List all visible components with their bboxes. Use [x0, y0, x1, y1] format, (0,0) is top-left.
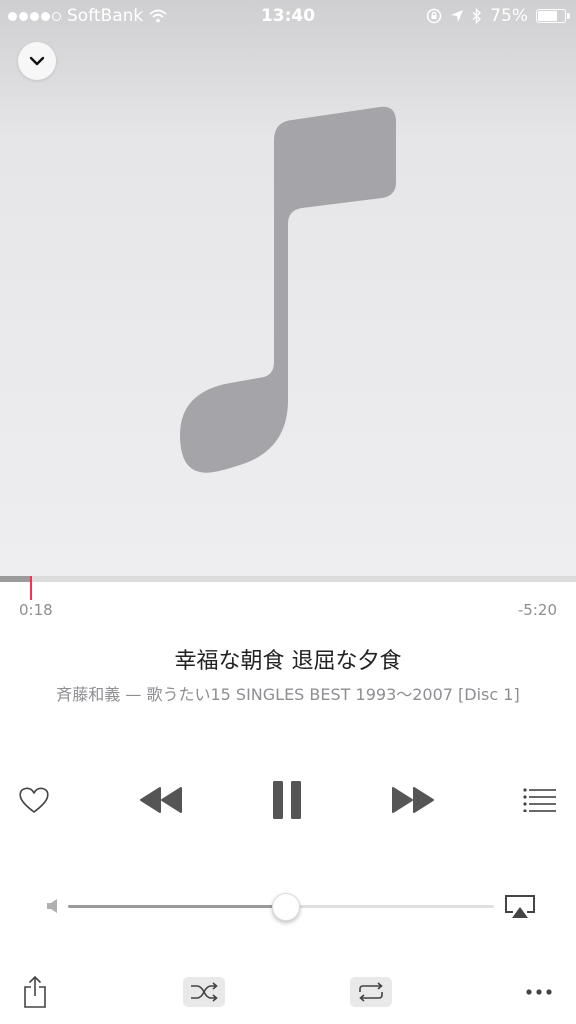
queue-list-icon — [523, 788, 556, 812]
shuffle-button[interactable] — [182, 970, 226, 1014]
playhead[interactable] — [30, 576, 33, 600]
chevron-down-icon — [29, 56, 45, 66]
love-button[interactable] — [14, 770, 54, 830]
rewind-icon — [140, 787, 182, 813]
elapsed-time: 0:18 — [19, 601, 53, 619]
share-button[interactable] — [18, 970, 52, 1014]
song-title: 幸福な朝食 退屈な夕食 — [174, 649, 402, 674]
transport-controls — [0, 770, 576, 830]
bottom-toolbar — [0, 970, 576, 1014]
more-icon — [526, 989, 552, 995]
heart-icon — [19, 787, 49, 813]
location-arrow-icon — [451, 10, 464, 22]
volume-knob[interactable] — [272, 893, 301, 921]
pause-button[interactable] — [262, 770, 312, 830]
more-button[interactable] — [522, 970, 556, 1014]
fast-forward-icon — [392, 787, 434, 813]
rotation-lock-icon — [426, 8, 442, 24]
pause-icon — [273, 781, 301, 819]
airplay-button[interactable] — [502, 892, 538, 922]
volume-fill — [68, 905, 286, 908]
rewind-button[interactable] — [136, 770, 186, 830]
share-icon — [24, 975, 46, 1008]
music-note-icon — [180, 106, 396, 473]
collapse-button[interactable] — [18, 42, 56, 80]
repeat-icon — [359, 982, 383, 1002]
airplay-icon — [505, 895, 535, 918]
bluetooth-icon — [472, 8, 482, 24]
progress-scrubber[interactable] — [0, 576, 576, 600]
repeat-button[interactable] — [349, 970, 393, 1014]
battery-icon — [536, 9, 570, 23]
shuffle-icon — [191, 982, 218, 1002]
up-next-button[interactable] — [520, 770, 560, 830]
artist-album[interactable]: 斉藤和義 — 歌うたい15 SINGLES BEST 1993〜2007 [Di… — [0, 681, 576, 705]
volume-control — [0, 890, 576, 924]
album-artwork — [0, 0, 576, 576]
progress-fill — [0, 576, 32, 582]
remaining-time: -5:20 — [517, 601, 557, 619]
battery-percent: 75% — [490, 6, 528, 26]
volume-slider[interactable] — [68, 893, 494, 921]
fast-forward-button[interactable] — [388, 770, 438, 830]
speaker-low-icon — [47, 899, 57, 913]
status-bar: SoftBank 13:40 75% — [0, 0, 576, 32]
